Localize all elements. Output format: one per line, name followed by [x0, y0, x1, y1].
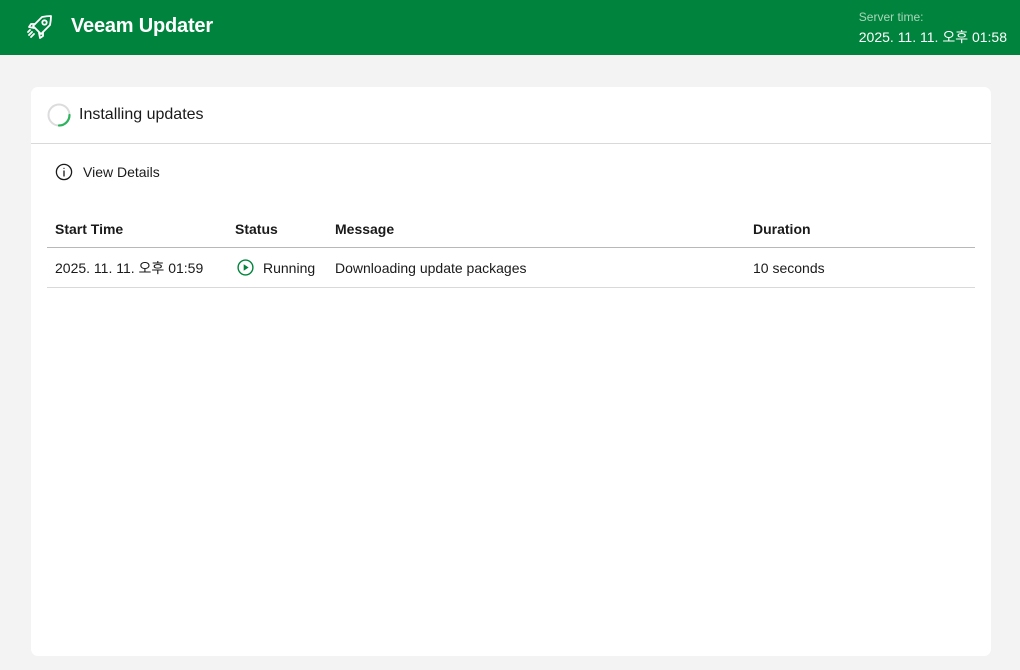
cell-start-time: 2025. 11. 11. 오후 01:59: [47, 247, 227, 288]
table-row: 2025. 11. 11. 오후 01:59 Running Downloadi…: [47, 247, 975, 288]
status-label: Running: [263, 259, 316, 276]
cell-message: Downloading update packages: [327, 247, 745, 288]
view-details-link[interactable]: View Details: [55, 162, 160, 182]
app-title: Veeam Updater: [71, 15, 213, 37]
server-time-label: Server time:: [858, 10, 924, 24]
cell-status: Running: [227, 247, 327, 288]
info-icon: [55, 163, 73, 181]
card-title: Installing updates: [79, 106, 204, 123]
column-header-start-time: Start Time: [47, 211, 227, 248]
spinner-icon: [47, 103, 71, 127]
card-header: Installing updates: [31, 87, 991, 144]
play-circle-icon: [237, 259, 254, 276]
view-details-label: View Details: [83, 164, 160, 180]
rocket-icon: [27, 15, 52, 39]
column-header-duration: Duration: [745, 211, 975, 248]
cell-duration: 10 seconds: [745, 247, 975, 288]
table-header-row: Start Time Status Message Duration: [47, 211, 975, 248]
app-header: Veeam Updater Server time: 2025. 11. 11.…: [0, 0, 1020, 55]
column-header-status: Status: [227, 211, 327, 248]
server-time-value: 2025. 11. 11. 오후 01:58: [858, 29, 1007, 45]
events-table: Start Time Status Message Duration 2025.…: [47, 211, 975, 288]
server-time: Server time: 2025. 11. 11. 오후 01:58: [859, 10, 1007, 47]
update-progress-card: Installing updates View Details Start Ti…: [31, 87, 991, 656]
column-header-message: Message: [327, 211, 745, 248]
